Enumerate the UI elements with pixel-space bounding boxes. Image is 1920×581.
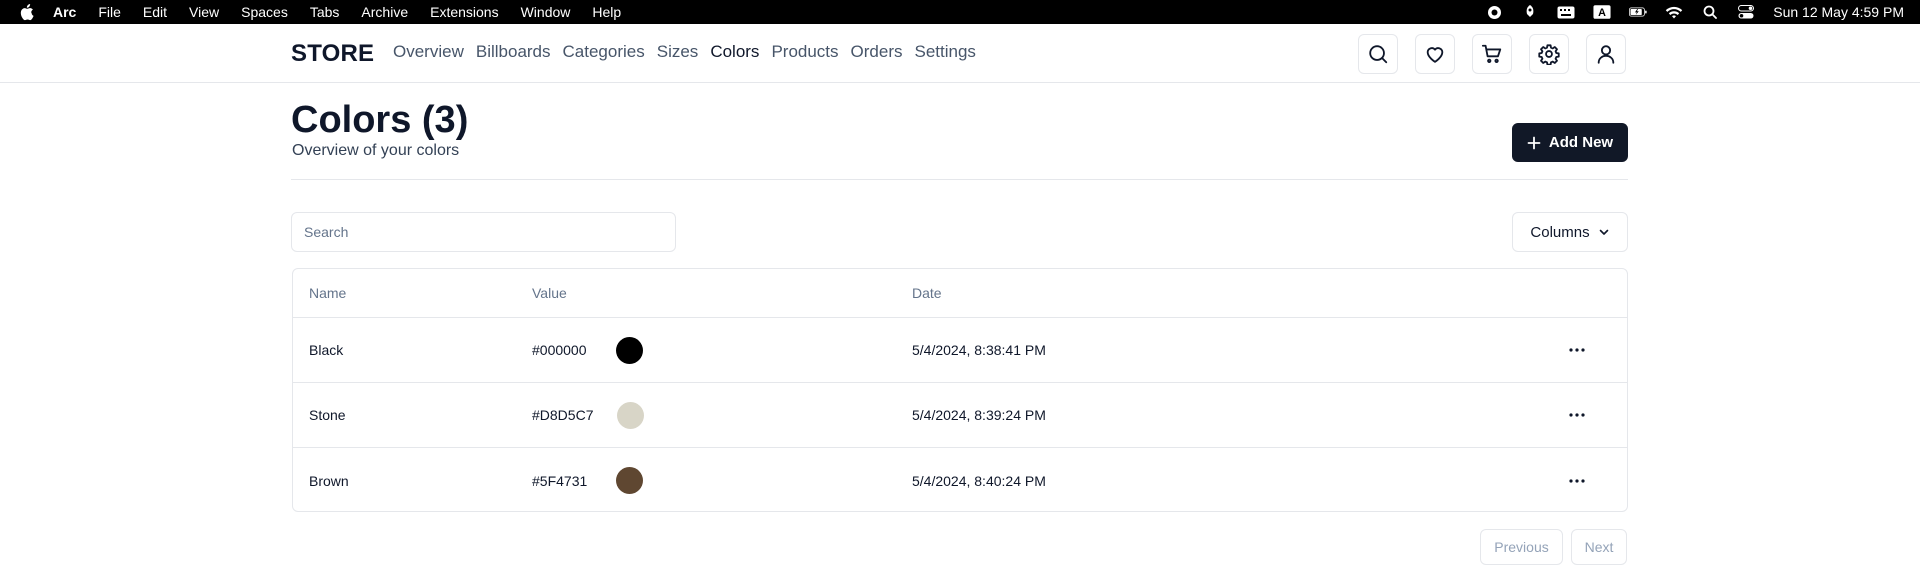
add-new-button[interactable]: Add New [1512, 123, 1628, 162]
table-row: Stone #D8D5C7 5/4/2024, 8:39:24 PM [293, 383, 1627, 448]
input-source-icon[interactable]: A [1593, 0, 1611, 24]
nav-sizes[interactable]: Sizes [657, 42, 699, 62]
menu-edit[interactable]: Edit [143, 4, 167, 20]
colors-table: Name Value Date Black #000000 5/4/2024, … [292, 268, 1628, 512]
nav-products[interactable]: Products [771, 42, 838, 62]
menu-bar: Arc File Edit View Spaces Tabs Archive E… [0, 0, 1920, 24]
table-row: Black #000000 5/4/2024, 8:38:41 PM [293, 318, 1627, 383]
nav-billboards[interactable]: Billboards [476, 42, 551, 62]
nav-categories[interactable]: Categories [563, 42, 645, 62]
cart-button[interactable] [1472, 34, 1512, 74]
row-actions-button[interactable] [1563, 448, 1591, 513]
search-icon [1369, 45, 1388, 64]
menu-extensions[interactable]: Extensions [430, 4, 498, 20]
color-name: Black [309, 342, 344, 358]
menu-window[interactable]: Window [521, 4, 571, 20]
settings-button[interactable] [1529, 34, 1569, 74]
menu-spaces[interactable]: Spaces [241, 4, 288, 20]
color-value-cell: #5F4731 [532, 448, 643, 513]
keyboard-icon[interactable] [1557, 0, 1575, 24]
nav-settings[interactable]: Settings [915, 42, 976, 62]
color-swatch [617, 401, 645, 429]
color-swatch [616, 467, 643, 494]
cart-icon [1481, 44, 1502, 63]
rocket-icon[interactable] [1521, 0, 1539, 24]
row-actions-button[interactable] [1563, 318, 1591, 382]
columns-button[interactable]: Columns [1512, 212, 1628, 252]
page-title: Colors (3) [291, 99, 469, 141]
favorites-button[interactable] [1415, 34, 1455, 74]
apple-logo-icon[interactable] [18, 3, 34, 21]
row-actions-button[interactable] [1563, 383, 1591, 447]
menu-file[interactable]: File [98, 4, 121, 20]
control-center-icon[interactable] [1737, 0, 1755, 24]
record-icon[interactable] [1485, 0, 1503, 24]
add-new-label: Add New [1548, 134, 1614, 151]
plus-icon [1527, 136, 1541, 150]
more-horizontal-icon [1569, 478, 1585, 483]
nav-colors[interactable]: Colors [710, 42, 759, 62]
column-header-date[interactable]: Date [912, 269, 942, 317]
user-icon [1597, 45, 1615, 64]
color-date: 5/4/2024, 8:38:41 PM [912, 342, 1046, 358]
column-header-name[interactable]: Name [309, 269, 346, 317]
more-horizontal-icon [1569, 348, 1585, 352]
next-page-button[interactable]: Next [1571, 529, 1627, 565]
color-name: Stone [309, 407, 346, 423]
battery-icon[interactable] [1629, 0, 1647, 24]
previous-page-button[interactable]: Previous [1480, 529, 1563, 565]
color-hex: #D8D5C7 [532, 407, 594, 423]
gear-icon [1538, 44, 1560, 65]
menu-archive[interactable]: Archive [361, 4, 408, 20]
heart-icon [1426, 47, 1444, 63]
color-date: 5/4/2024, 8:40:24 PM [912, 472, 1046, 489]
nav-orders[interactable]: Orders [851, 42, 903, 62]
wifi-icon[interactable] [1665, 0, 1683, 24]
menu-help[interactable]: Help [592, 4, 621, 20]
header-actions [1358, 34, 1643, 74]
search-input[interactable] [291, 212, 676, 252]
menu-bar-clock[interactable]: Sun 12 May 4:59 PM [1773, 4, 1904, 20]
menu-view[interactable]: View [189, 4, 219, 20]
input-source-letter: A [1598, 7, 1606, 19]
account-button[interactable] [1586, 34, 1626, 74]
page-subtitle: Overview of your colors [292, 142, 460, 159]
spotlight-search-icon[interactable] [1701, 0, 1719, 24]
nav-overview[interactable]: Overview [393, 42, 464, 62]
color-value-cell: #D8D5C7 [532, 383, 645, 447]
main-nav: Overview Billboards Categories Sizes Col… [393, 42, 988, 62]
color-swatch [616, 336, 643, 364]
menu-app-name[interactable]: Arc [53, 4, 76, 20]
color-hex: #5F4731 [532, 472, 588, 489]
color-name: Brown [309, 472, 349, 489]
columns-label: Columns [1530, 223, 1590, 241]
menu-tabs[interactable]: Tabs [310, 4, 340, 20]
store-brand[interactable]: STORE [291, 40, 374, 68]
app-header: STORE Overview Billboards Categories Siz… [0, 24, 1920, 83]
color-hex: #000000 [532, 342, 587, 358]
search-button[interactable] [1358, 34, 1398, 74]
chevron-down-icon [1598, 226, 1610, 238]
table-header: Name Value Date [293, 269, 1627, 318]
color-value-cell: #000000 [532, 318, 643, 382]
table-row: Brown #5F4731 5/4/2024, 8:40:24 PM [293, 448, 1627, 513]
column-header-value[interactable]: Value [532, 269, 567, 317]
more-horizontal-icon [1569, 413, 1585, 417]
heading-separator [291, 179, 1628, 180]
color-date: 5/4/2024, 8:39:24 PM [912, 407, 1046, 423]
